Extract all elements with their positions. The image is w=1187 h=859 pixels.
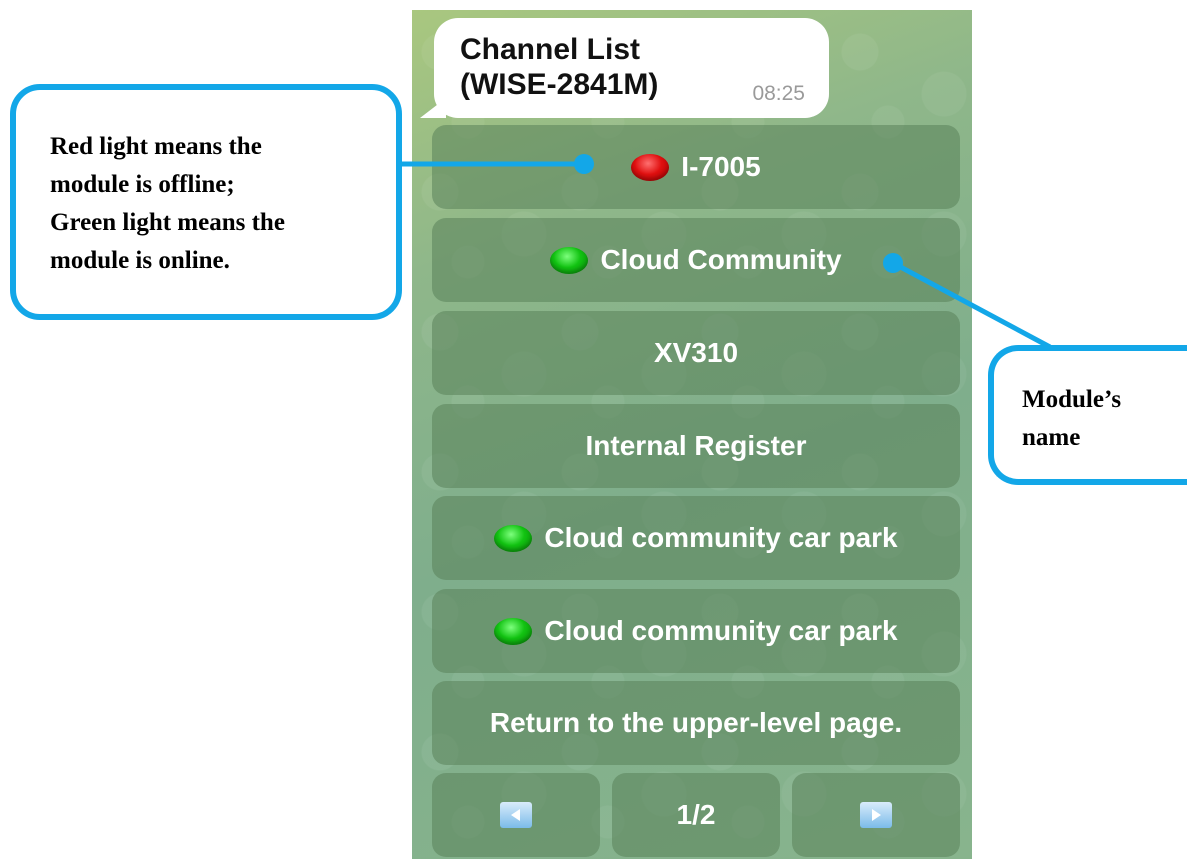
left-arrow-icon	[500, 802, 532, 828]
right-arrow-icon	[860, 802, 892, 828]
channel-button-car-park-2[interactable]: Cloud community car park	[432, 589, 960, 673]
page-indicator: 1/2	[676, 799, 716, 830]
red-status-light-icon	[631, 153, 670, 181]
green-status-light-icon	[494, 617, 533, 645]
message-bubble: Channel List (WISE-2841M) 08:25	[434, 18, 829, 118]
green-status-light-icon	[550, 246, 589, 274]
led-legend-text: Red light means the module is offline; G…	[50, 133, 285, 274]
previous-page-button[interactable]	[432, 773, 600, 857]
channel-button-label: Cloud community car park	[544, 615, 898, 646]
channel-button-label: Cloud Community	[600, 244, 842, 275]
return-button[interactable]: Return to the upper-level page.	[432, 681, 960, 765]
channel-button-car-park-1[interactable]: Cloud community car park	[432, 496, 960, 580]
channel-button-xv310[interactable]: XV310	[432, 311, 960, 395]
channel-button-internal-register[interactable]: Internal Register	[432, 404, 960, 488]
module-name-text: Module’s name	[1022, 386, 1122, 451]
message-time: 08:25	[752, 82, 805, 105]
return-button-label: Return to the upper-level page.	[489, 707, 903, 738]
green-status-light-icon	[494, 524, 533, 552]
channel-button-label: I-7005	[681, 151, 761, 182]
telegram-chat-screen: Channel List (WISE-2841M) 08:25 I-7005 C…	[412, 10, 972, 859]
channel-button-label: Cloud community car park	[544, 522, 898, 553]
next-page-button[interactable]	[792, 773, 960, 857]
page-indicator-button[interactable]: 1/2	[612, 773, 780, 857]
channel-button-cloud-community[interactable]: Cloud Community	[432, 218, 960, 302]
channel-button-label: Internal Register	[585, 430, 807, 461]
led-legend-callout: Red light means the module is offline; G…	[10, 84, 402, 320]
channel-button-label: XV310	[653, 337, 739, 368]
channel-button-i7005[interactable]: I-7005	[432, 125, 960, 209]
module-name-callout: Module’s name	[988, 345, 1187, 485]
